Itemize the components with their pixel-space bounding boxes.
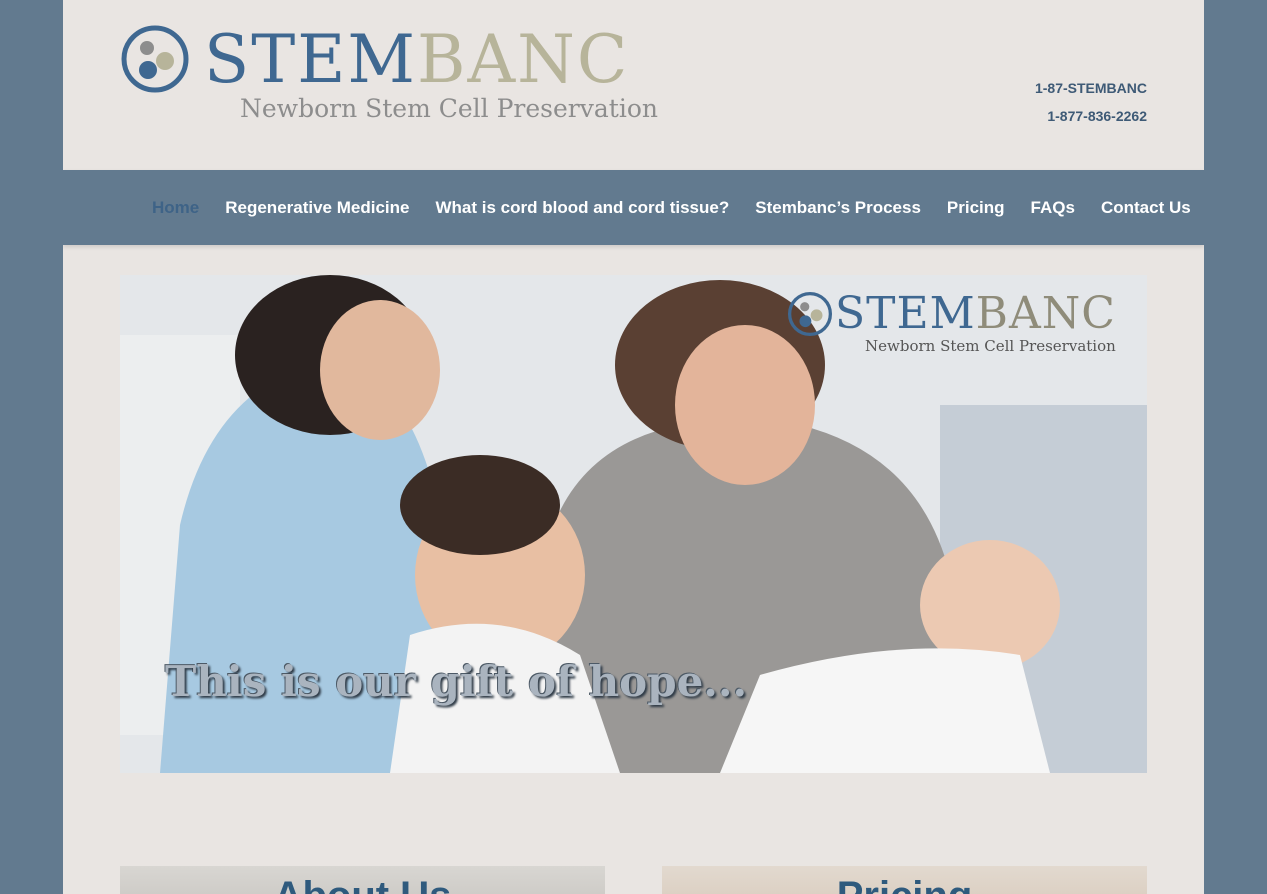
hero-brand-word-banc: BANC — [975, 288, 1116, 339]
hero-brand-logo: STEMBANC Newborn Stem Cell Preservation — [787, 287, 1137, 359]
site-logo[interactable]: STEMBANC Newborn Stem Cell Preservation — [120, 21, 660, 128]
hero-banner: STEMBANC Newborn Stem Cell Preservation … — [120, 275, 1147, 773]
phone-numbers: 1-87-STEMBANC 1-877-836-2262 — [1035, 74, 1147, 130]
page: STEMBANC Newborn Stem Cell Preservation … — [63, 0, 1204, 894]
nav-item-cord-blood[interactable]: What is cord blood and cord tissue? — [435, 198, 729, 218]
main-nav: Home Regenerative Medicine What is cord … — [63, 170, 1204, 245]
logo-wordmark: STEMBANC — [204, 20, 629, 100]
logo-mark-icon — [121, 25, 189, 93]
about-us-card[interactable]: About Us — [120, 866, 605, 894]
logo-word-stem: STEM — [204, 21, 417, 98]
logo-word-banc: BANC — [417, 21, 630, 98]
pricing-card[interactable]: Pricing — [662, 866, 1147, 894]
pricing-card-title: Pricing — [662, 874, 1147, 894]
hero-brand-wordmark: STEMBANC — [835, 287, 1116, 341]
hero-brand-word-stem: STEM — [835, 288, 976, 339]
hero-caption: This is our gift of hope... — [165, 657, 748, 706]
nav-item-process[interactable]: Stembanc’s Process — [755, 198, 921, 218]
about-us-card-title: About Us — [120, 874, 605, 894]
site-header: STEMBANC Newborn Stem Cell Preservation … — [63, 0, 1204, 170]
nav-item-regenerative-medicine[interactable]: Regenerative Medicine — [225, 198, 409, 218]
logo-tagline: Newborn Stem Cell Preservation — [240, 94, 658, 123]
hero-brand-tagline: Newborn Stem Cell Preservation — [865, 337, 1116, 355]
hero-logo-mark-icon — [787, 291, 833, 337]
nav-item-home[interactable]: Home — [152, 198, 199, 218]
phone-numeric[interactable]: 1-877-836-2262 — [1035, 102, 1147, 130]
nav-item-faqs[interactable]: FAQs — [1031, 198, 1075, 218]
nav-item-contact[interactable]: Contact Us — [1101, 198, 1191, 218]
nav-item-pricing[interactable]: Pricing — [947, 198, 1005, 218]
phone-vanity[interactable]: 1-87-STEMBANC — [1035, 74, 1147, 102]
